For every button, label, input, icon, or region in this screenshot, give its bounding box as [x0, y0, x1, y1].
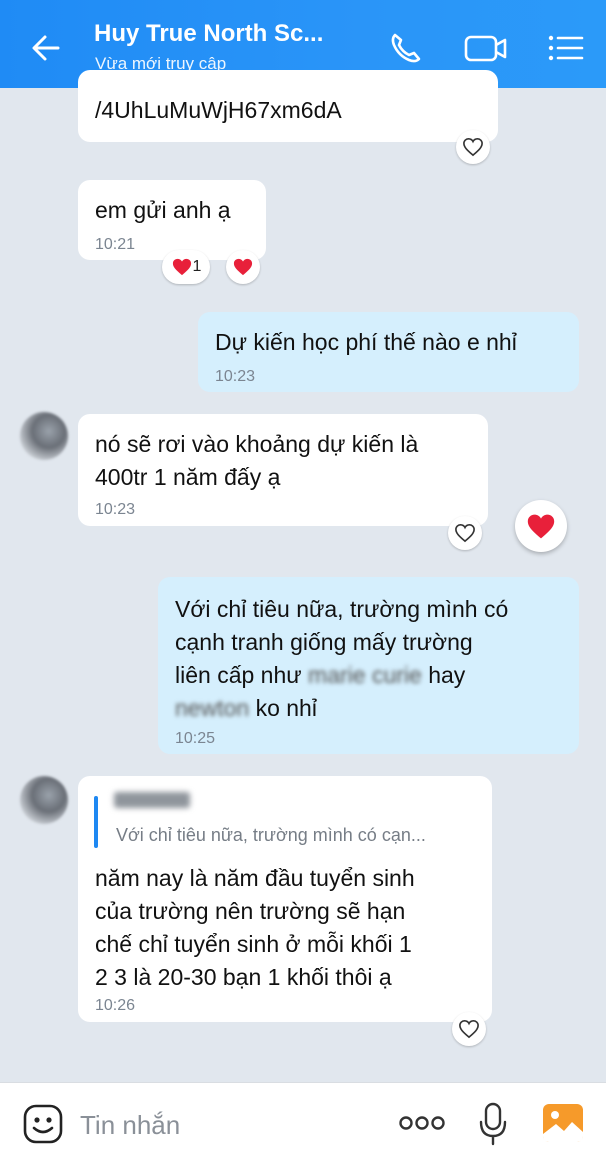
message-line: newton ko nhỉ — [175, 692, 561, 725]
quote-author-blurred — [114, 792, 190, 808]
message-text: em gửi anh ạ — [95, 197, 231, 223]
message-text: Dự kiến học phí thế nào e nhỉ — [215, 329, 517, 355]
blurred-text: newton — [175, 695, 250, 721]
message-input-bar: Tin nhắn — [0, 1082, 606, 1167]
more-dots-icon[interactable] — [398, 1113, 446, 1133]
reaction-heart-large[interactable] — [515, 500, 567, 552]
message-text: /4UhLuMuWjH67xm6dA — [95, 97, 342, 123]
message-line: Với chỉ tiêu nữa, trường mình có — [175, 596, 509, 622]
quoted-message[interactable]: Với chỉ tiêu nữa, trường mình có cạn... — [116, 824, 426, 846]
message-incoming[interactable]: Với chỉ tiêu nữa, trường mình có cạn... … — [78, 776, 492, 1022]
message-time: 10:23 — [95, 501, 136, 518]
heart-icon — [172, 258, 191, 276]
react-heart-outline-button[interactable] — [448, 516, 482, 550]
heart-outline-icon — [459, 1019, 479, 1039]
back-arrow-icon[interactable] — [26, 28, 66, 68]
menu-icon[interactable] — [546, 28, 586, 68]
message-outgoing[interactable]: Dự kiến học phí thế nào e nhỉ 10:23 — [198, 312, 579, 392]
message-input[interactable]: Tin nhắn — [80, 1110, 180, 1141]
message-line: liên cấp như marie curie hay — [175, 659, 561, 692]
message-incoming[interactable]: /4UhLuMuWjH67xm6dA — [78, 70, 498, 142]
message-time: 10:26 — [95, 997, 136, 1014]
message-text: năm nay là năm đầu tuyển sinh của trường… — [95, 865, 415, 990]
message-line: cạnh tranh giống mấy trường — [175, 629, 473, 655]
blurred-text: marie curie — [308, 662, 422, 688]
react-heart-outline-button[interactable] — [456, 130, 490, 164]
video-call-icon[interactable] — [463, 28, 509, 68]
message-fragment: hay — [428, 662, 466, 688]
avatar[interactable] — [20, 776, 68, 824]
phone-icon[interactable] — [386, 28, 426, 68]
message-text: nó sẽ rơi vào khoảng dự kiến là 400tr 1 … — [95, 431, 419, 490]
heart-outline-icon — [455, 523, 475, 543]
quote-bar — [94, 796, 98, 848]
react-heart-button[interactable] — [226, 250, 260, 284]
chat-title[interactable]: Huy True North Sc... — [94, 20, 323, 48]
reaction-count: 1 — [192, 258, 202, 275]
message-incoming[interactable]: em gửi anh ạ 10:21 — [78, 180, 266, 260]
microphone-icon[interactable] — [478, 1101, 508, 1147]
avatar[interactable] — [20, 412, 68, 460]
reaction-summary[interactable]: 1 — [162, 250, 210, 284]
message-fragment: liên cấp như — [175, 662, 302, 688]
status-bar — [0, 0, 606, 8]
sticker-icon[interactable] — [22, 1103, 64, 1145]
message-time: 10:23 — [215, 368, 256, 385]
message-time: 10:25 — [175, 730, 216, 747]
heart-icon — [233, 258, 253, 276]
heart-outline-icon — [463, 137, 483, 157]
heart-icon — [527, 514, 555, 538]
react-heart-outline-button[interactable] — [452, 1012, 486, 1046]
message-outgoing[interactable]: Với chỉ tiêu nữa, trường mình có cạnh tr… — [158, 577, 579, 754]
image-icon[interactable] — [542, 1103, 584, 1143]
message-time: 10:21 — [95, 236, 136, 253]
message-fragment: ko nhỉ — [255, 695, 317, 721]
message-incoming[interactable]: nó sẽ rơi vào khoảng dự kiến là 400tr 1 … — [78, 414, 488, 526]
